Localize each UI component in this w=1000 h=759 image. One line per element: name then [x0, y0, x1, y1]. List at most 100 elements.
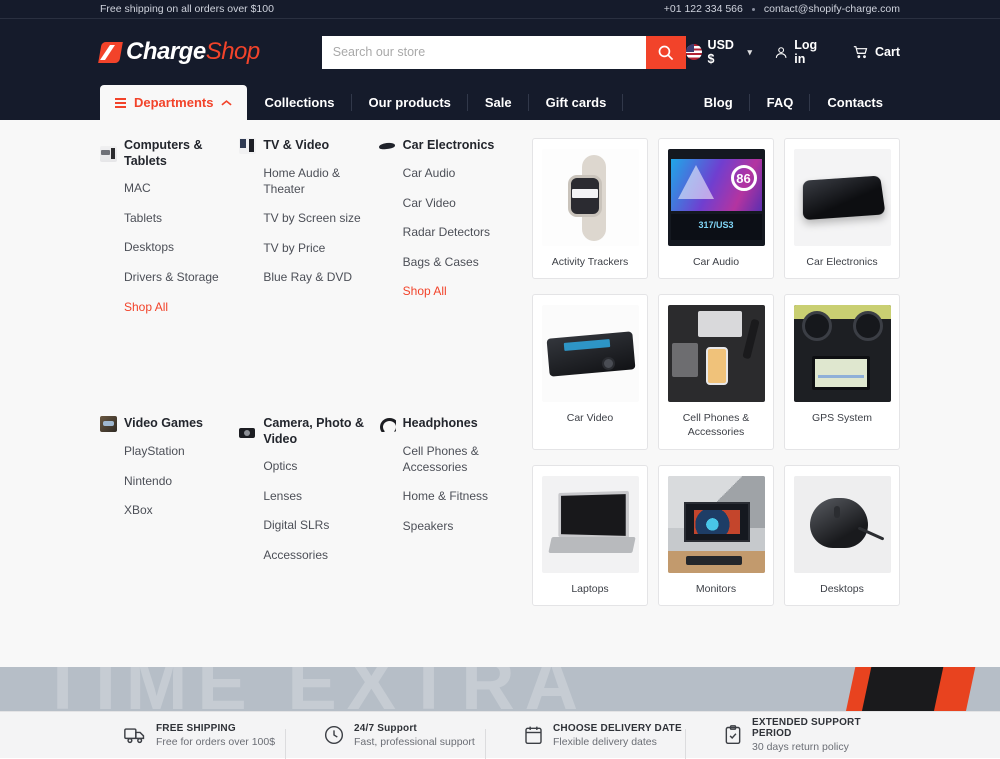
sublink-home-audio-theater[interactable]: Home Audio & Theater	[239, 166, 378, 197]
feature-text: EXTENDED SUPPORT PERIOD 30 days return p…	[752, 717, 900, 753]
product-thumbnail	[541, 475, 639, 573]
nav-item-contacts[interactable]: Contacts	[810, 85, 900, 120]
category-column-car-electronics: Car Electronics Car Audio Car Video Rada…	[379, 138, 518, 416]
sublink-home-fitness[interactable]: Home & Fitness	[379, 489, 518, 505]
logo-secondary: Shop	[205, 38, 261, 65]
category-header[interactable]: Camera, Photo & Video	[239, 416, 378, 447]
category-header[interactable]: Video Games	[100, 416, 239, 432]
category-card-gps-system[interactable]: GPS System	[784, 294, 900, 450]
sublink-digital-slrs[interactable]: Digital SLRs	[239, 518, 378, 534]
feature-title: EXTENDED SUPPORT PERIOD	[752, 717, 861, 739]
category-card-car-audio[interactable]: 86 317/US3 Car Audio	[658, 138, 774, 280]
sublink-radar-detectors[interactable]: Radar Detectors	[379, 225, 518, 241]
category-card-cell-phones[interactable]: Cell Phones & Accessories	[658, 294, 774, 450]
nav-label: FAQ	[766, 95, 794, 110]
category-columns: Computers & Tablets MAC Tablets Desktops…	[100, 138, 518, 667]
sublink-drivers-storage[interactable]: Drivers & Storage	[100, 270, 239, 286]
category-card-activity-trackers[interactable]: Activity Trackers	[532, 138, 648, 280]
category-title: Car Electronics	[402, 138, 495, 153]
truck-icon	[124, 726, 146, 744]
phone-number[interactable]: +01 122 334 566	[664, 3, 743, 15]
sublink-car-video[interactable]: Car Video	[379, 196, 518, 212]
sublink-accessories[interactable]: Accessories	[239, 548, 378, 564]
logo-mark-icon	[98, 41, 123, 63]
card-label: Cell Phones & Accessories	[682, 412, 750, 439]
feature-subtitle: 30 days return policy	[752, 741, 849, 753]
sublink-tv-by-price[interactable]: TV by Price	[239, 241, 378, 257]
main-navigation: Departments Collections Our products Sal…	[0, 85, 1000, 120]
sublink-cell-phones-accessories[interactable]: Cell Phones & Accessories	[379, 444, 518, 475]
site-logo[interactable]: ChargeShop	[98, 38, 261, 66]
category-header[interactable]: Headphones	[379, 416, 518, 432]
feature-subtitle: Free for orders over 100$	[156, 735, 276, 748]
departments-tab[interactable]: Departments	[100, 85, 248, 120]
product-thumbnail	[793, 305, 891, 403]
search-bar	[321, 35, 686, 69]
nav-item-collections[interactable]: Collections	[247, 85, 352, 120]
chevron-down-icon: ▾	[747, 46, 752, 57]
feature-text: 24/7 Support Fast, professional support	[354, 723, 475, 748]
feature-support: 24/7 Support Fast, professional support	[300, 723, 500, 759]
hero-decoration-dark	[858, 667, 946, 711]
departments-label: Departments	[134, 95, 214, 110]
sublink-shop-all[interactable]: Shop All	[379, 284, 518, 300]
sublink-nintendo[interactable]: Nintendo	[100, 474, 239, 490]
sublink-shop-all[interactable]: Shop All	[100, 300, 239, 316]
category-header[interactable]: TV & Video	[239, 138, 378, 154]
cart-label: Cart	[874, 45, 900, 59]
sublink-car-audio[interactable]: Car Audio	[379, 166, 518, 182]
category-column-computers: Computers & Tablets MAC Tablets Desktops…	[100, 138, 239, 416]
computers-icon	[100, 145, 117, 162]
login-button[interactable]: Log in	[774, 38, 830, 66]
departments-mega-menu: Computers & Tablets MAC Tablets Desktops…	[0, 120, 1000, 667]
category-title: Headphones	[402, 416, 478, 431]
category-header[interactable]: Computers & Tablets	[100, 138, 239, 169]
feature-title: CHOOSE DELIVERY DATE	[553, 722, 682, 734]
sublink-bags-cases[interactable]: Bags & Cases	[379, 255, 518, 271]
card-label: Monitors	[695, 582, 737, 595]
games-icon	[100, 416, 117, 432]
sublink-xbox[interactable]: XBox	[100, 503, 239, 519]
list-icon	[115, 97, 126, 108]
sublink-tv-by-screen-size[interactable]: TV by Screen size	[239, 211, 378, 227]
feature-free-shipping: FREE SHIPPING Free for orders over 100$	[100, 723, 300, 759]
nav-item-our-products[interactable]: Our products	[352, 85, 469, 120]
category-column-camera: Camera, Photo & Video Optics Lenses Digi…	[239, 416, 378, 667]
nav-item-sale[interactable]: Sale	[468, 85, 529, 120]
sublink-desktops[interactable]: Desktops	[100, 240, 239, 256]
nav-label: Collections	[264, 95, 335, 110]
sublink-speakers[interactable]: Speakers	[379, 519, 518, 535]
feature-subtitle: Fast, professional support	[354, 735, 475, 748]
sublink-optics[interactable]: Optics	[239, 459, 378, 475]
sublink-blue-ray-dvd[interactable]: Blue Ray & DVD	[239, 270, 378, 286]
sublink-lenses[interactable]: Lenses	[239, 489, 378, 505]
search-button[interactable]	[645, 35, 686, 69]
calendar-icon	[524, 725, 543, 745]
card-label: Car Audio	[692, 256, 740, 268]
card-label: Car Electronics	[806, 256, 878, 268]
email-address[interactable]: contact@shopify-charge.com	[764, 3, 900, 15]
category-card-monitors[interactable]: Monitors	[658, 464, 774, 606]
category-card-laptops[interactable]: Laptops	[532, 464, 648, 606]
nav-item-blog[interactable]: Blog	[687, 85, 750, 120]
currency-selector[interactable]: USD $ ▾	[685, 38, 752, 66]
sublink-playstation[interactable]: PlayStation	[100, 444, 239, 460]
category-title: TV & Video	[263, 138, 330, 153]
hero-banner-strip[interactable]: TIME EXTRA	[0, 667, 1000, 711]
nav-label: Blog	[703, 95, 733, 110]
nav-item-gift-cards[interactable]: Gift cards	[529, 85, 624, 120]
feature-text: FREE SHIPPING Free for orders over 100$	[156, 723, 275, 748]
nav-item-faq[interactable]: FAQ	[750, 85, 811, 120]
sublink-tablets[interactable]: Tablets	[100, 211, 239, 227]
category-card-car-electronics[interactable]: Car Electronics	[784, 138, 900, 280]
category-card-car-video[interactable]: Car Video	[532, 294, 648, 450]
featured-category-grid: Activity Trackers 86 317/US3 Car Audio C…	[532, 138, 900, 667]
category-header[interactable]: Car Electronics	[379, 138, 518, 154]
search-input[interactable]	[321, 35, 646, 69]
category-card-desktops[interactable]: Desktops	[784, 464, 900, 606]
nav-label: Our products	[368, 95, 451, 110]
search-icon	[658, 45, 674, 60]
sublink-mac[interactable]: MAC	[100, 181, 239, 197]
cart-button[interactable]: Cart	[852, 44, 900, 60]
headphones-icon	[379, 416, 396, 432]
